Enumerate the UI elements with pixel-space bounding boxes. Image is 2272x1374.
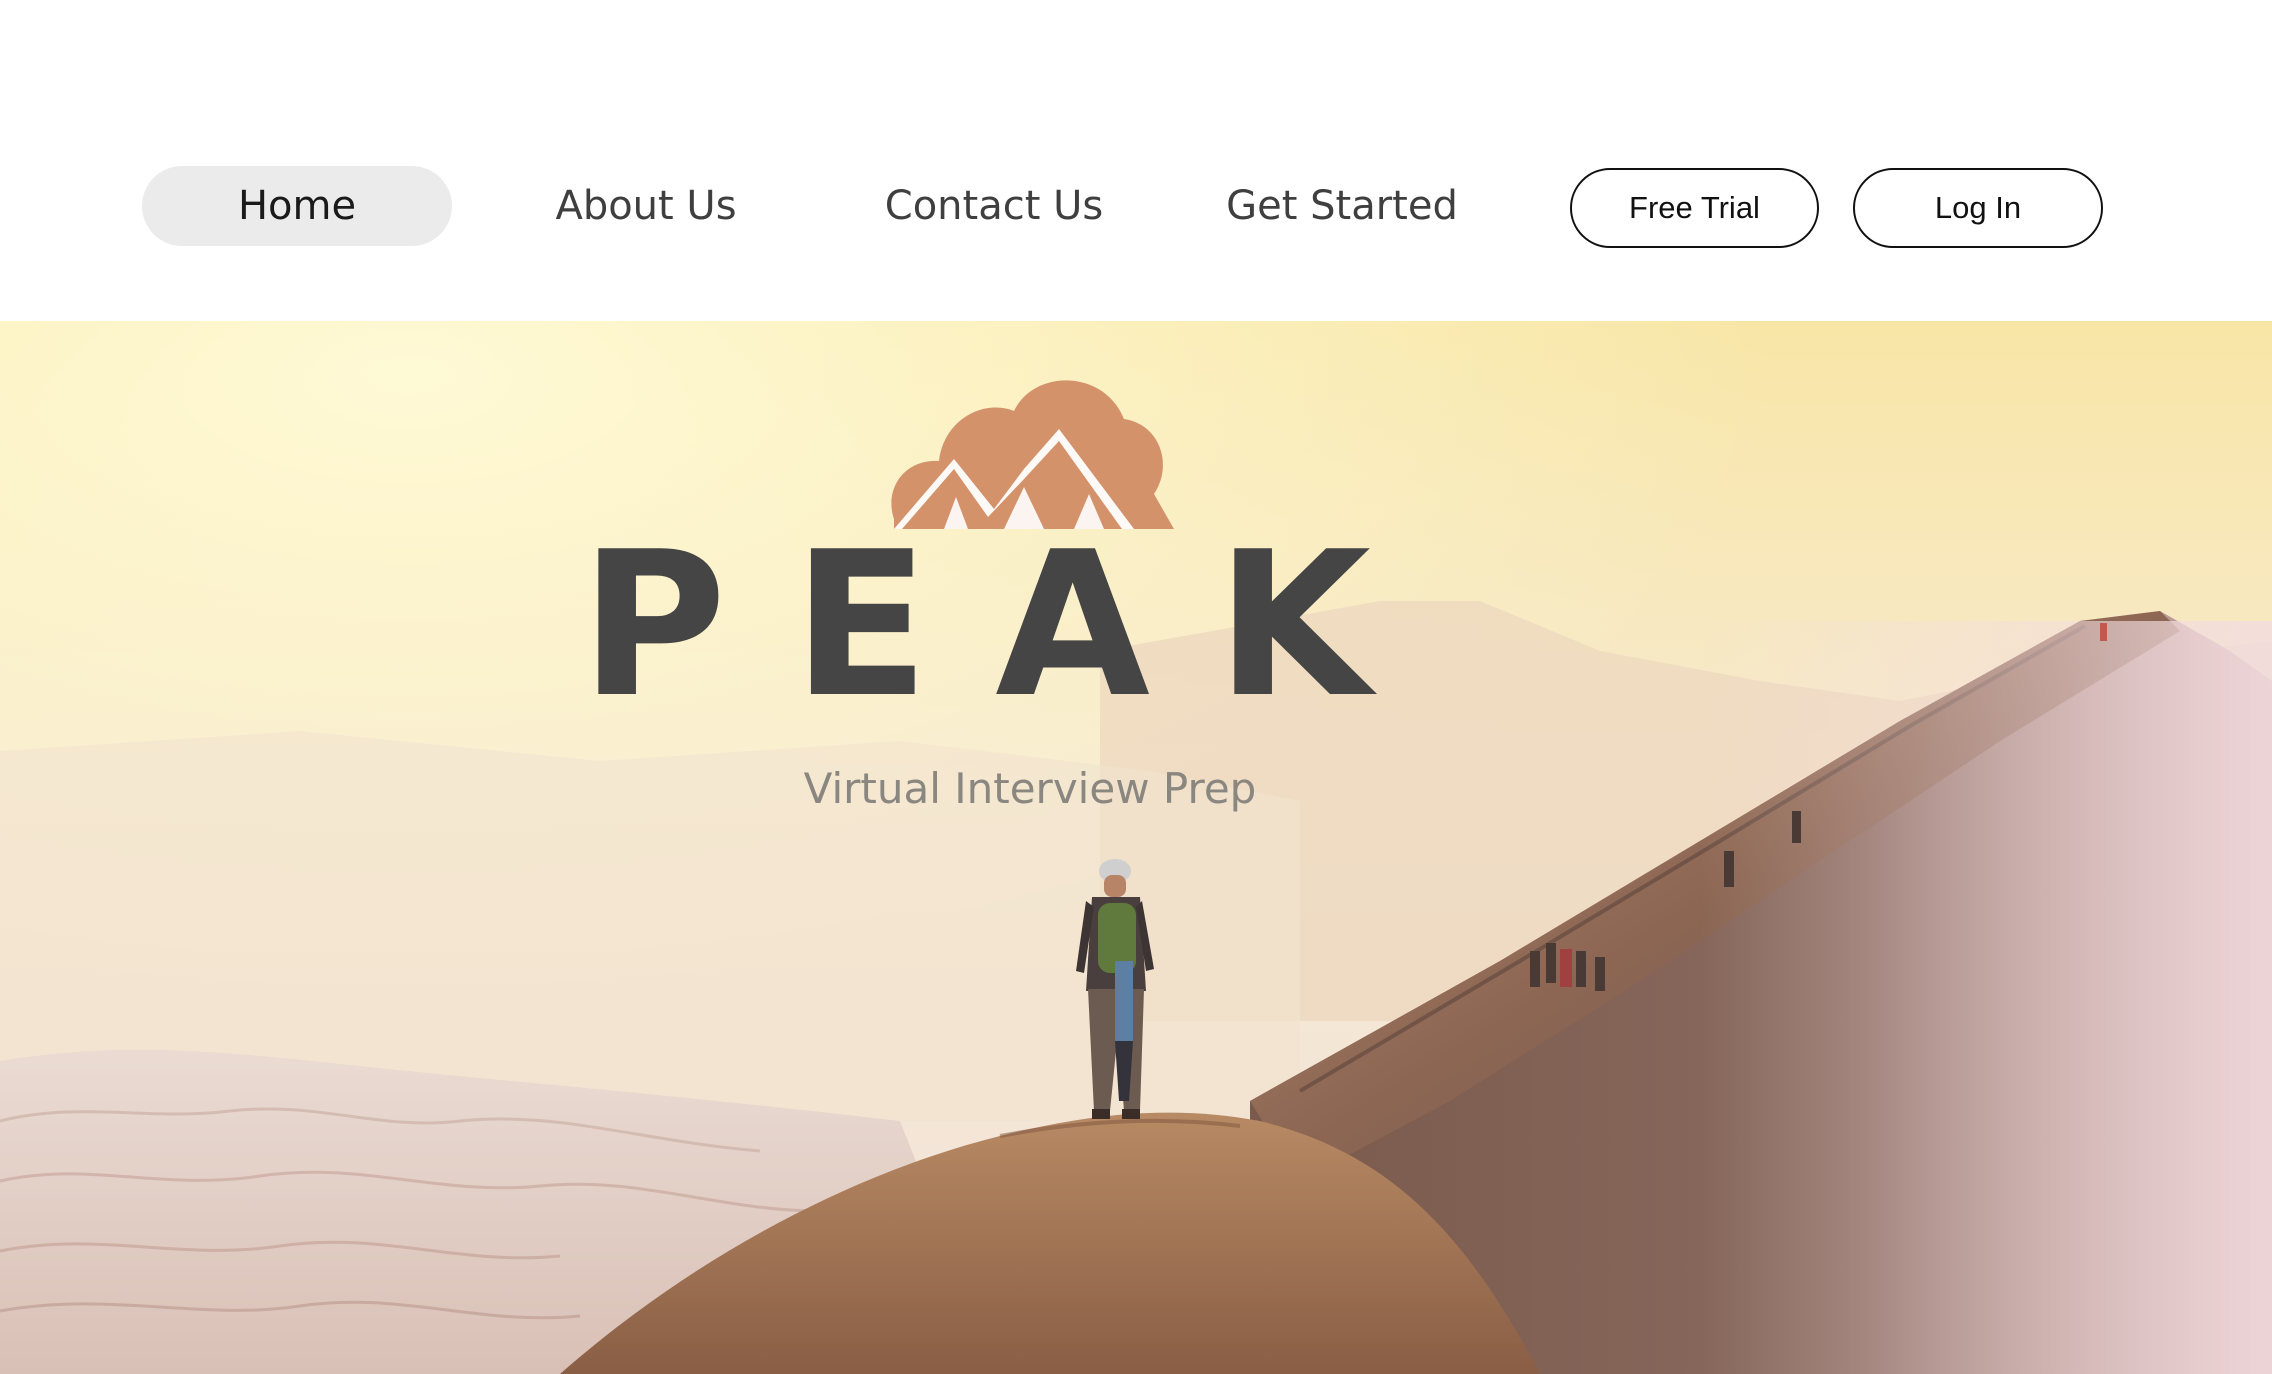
hero-banner: PEAK Virtual Interview Prep — [0, 321, 2272, 1374]
nav-about-us[interactable]: About Us — [500, 166, 792, 246]
nav-home[interactable]: Home — [142, 166, 452, 246]
nav-get-started[interactable]: Get Started — [1196, 166, 1488, 246]
log-in-button[interactable]: Log In — [1853, 168, 2103, 248]
site-header: Home About Us Contact Us Get Started Fre… — [0, 0, 2272, 321]
brand-subtitle: Virtual Interview Prep — [803, 764, 1257, 813]
free-trial-button[interactable]: Free Trial — [1570, 168, 1819, 248]
nav-contact-us[interactable]: Contact Us — [848, 166, 1140, 246]
page: Home About Us Contact Us Get Started Fre… — [0, 0, 2272, 1374]
brand-title: PEAK — [580, 509, 1437, 742]
